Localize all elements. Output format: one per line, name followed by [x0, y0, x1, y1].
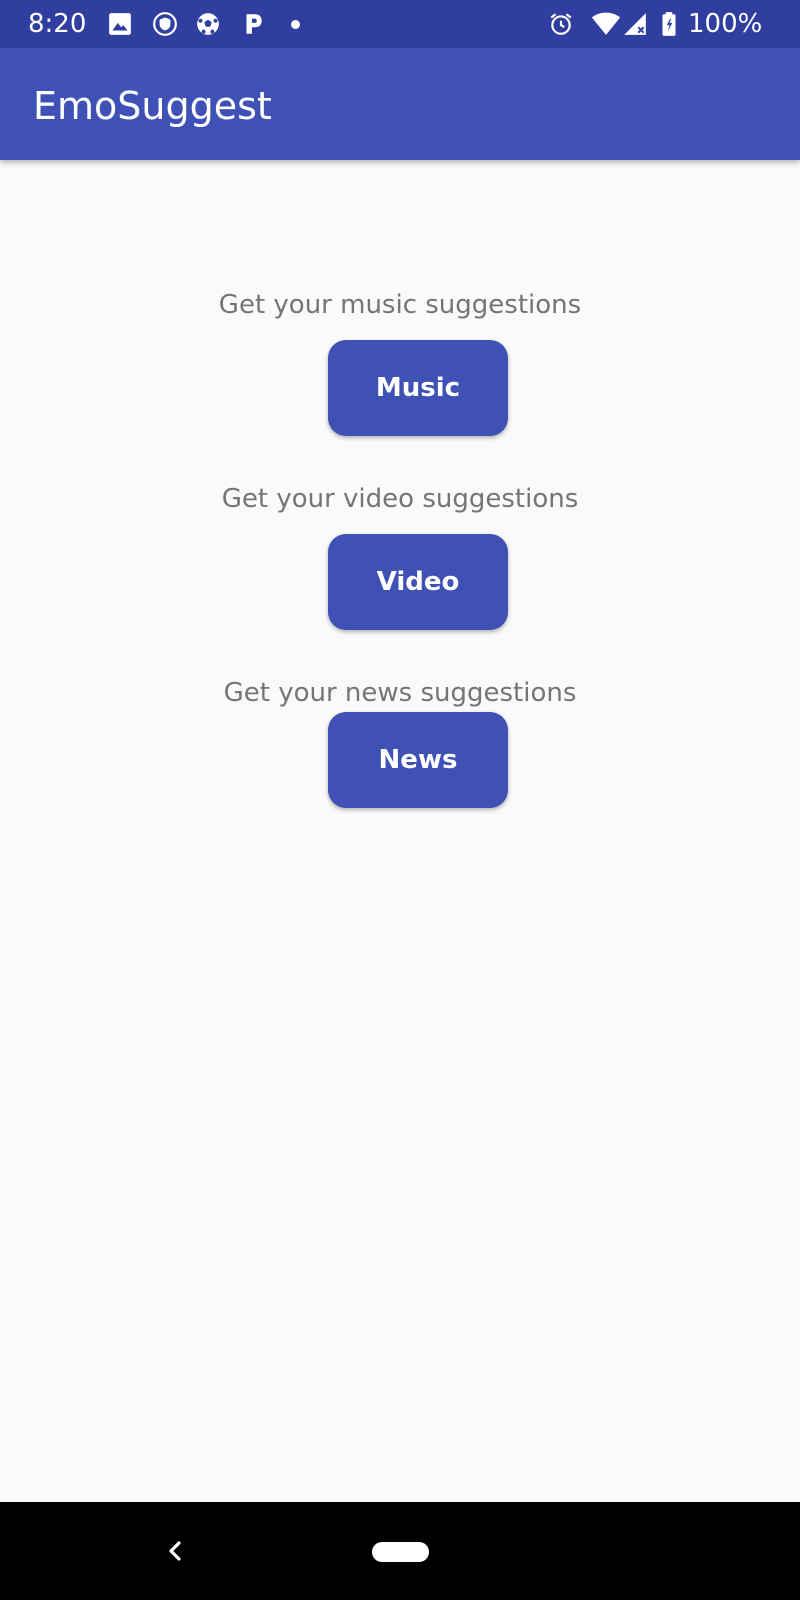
music-prompt: Get your music suggestions — [218, 290, 582, 320]
battery-percentage: 100% — [688, 9, 763, 39]
status-bar: 8:20 100% — [0, 0, 800, 48]
music-button[interactable]: Music — [328, 340, 508, 436]
back-icon[interactable] — [160, 1534, 190, 1568]
alarm-icon — [550, 13, 572, 35]
navigation-bar — [0, 1502, 800, 1600]
p-icon — [246, 14, 262, 34]
home-pill-icon[interactable] — [372, 1542, 429, 1562]
news-prompt: Get your news suggestions — [223, 678, 577, 708]
battery-icon — [662, 12, 676, 36]
app-title: EmoSuggest — [33, 84, 272, 128]
image-icon — [109, 13, 131, 35]
soccer-ball-icon — [197, 13, 219, 35]
wifi-icon — [591, 12, 621, 35]
video-prompt: Get your video suggestions — [221, 484, 579, 514]
status-time: 8:20 — [28, 9, 87, 39]
signal-icon — [624, 13, 646, 35]
news-button[interactable]: News — [328, 712, 508, 808]
dot-icon — [291, 20, 300, 29]
shield-icon — [153, 12, 177, 36]
video-button[interactable]: Video — [328, 534, 508, 630]
